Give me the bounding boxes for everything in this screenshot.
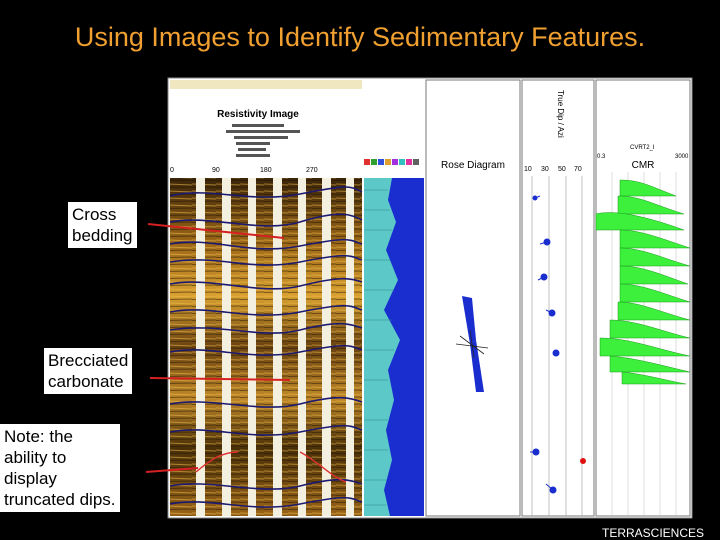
dip-track-label: True Dip / Azi: [556, 90, 565, 138]
svg-text:90: 90: [212, 167, 220, 174]
resistivity-image-title: Resistivity Image: [217, 109, 299, 120]
cmr-track: CVRT2_I 0.3 3000 CMR: [595, 79, 691, 517]
cmr-range-max: 3000: [675, 154, 689, 160]
dip-tadpole-track: True Dip / Azi 10 30 50 70: [521, 79, 595, 517]
cmr-range-min: 0.3: [597, 154, 606, 160]
svg-text:0: 0: [170, 167, 174, 174]
callout-truncated-dips: Note: the ability to display truncated d…: [0, 424, 120, 512]
blue-histogram-track: [364, 178, 424, 516]
rose-diagram-track: Rose Diagram: [425, 79, 521, 517]
svg-text:50: 50: [558, 166, 566, 173]
credit-text: TERRASCIENCES: [602, 526, 705, 540]
rose-diagram-title: Rose Diagram: [441, 160, 505, 171]
svg-text:10: 10: [524, 166, 532, 173]
svg-text:30: 30: [541, 166, 549, 173]
svg-text:180: 180: [260, 167, 272, 174]
svg-text:70: 70: [574, 166, 582, 173]
svg-text:270: 270: [306, 167, 318, 174]
cmr-curve-name: CVRT2_I: [630, 145, 655, 151]
cmr-title: CMR: [632, 160, 655, 171]
callout-cross-bedding: Cross bedding: [68, 202, 137, 248]
callout-brecciated-carbonate: Brecciated carbonate: [44, 348, 133, 394]
